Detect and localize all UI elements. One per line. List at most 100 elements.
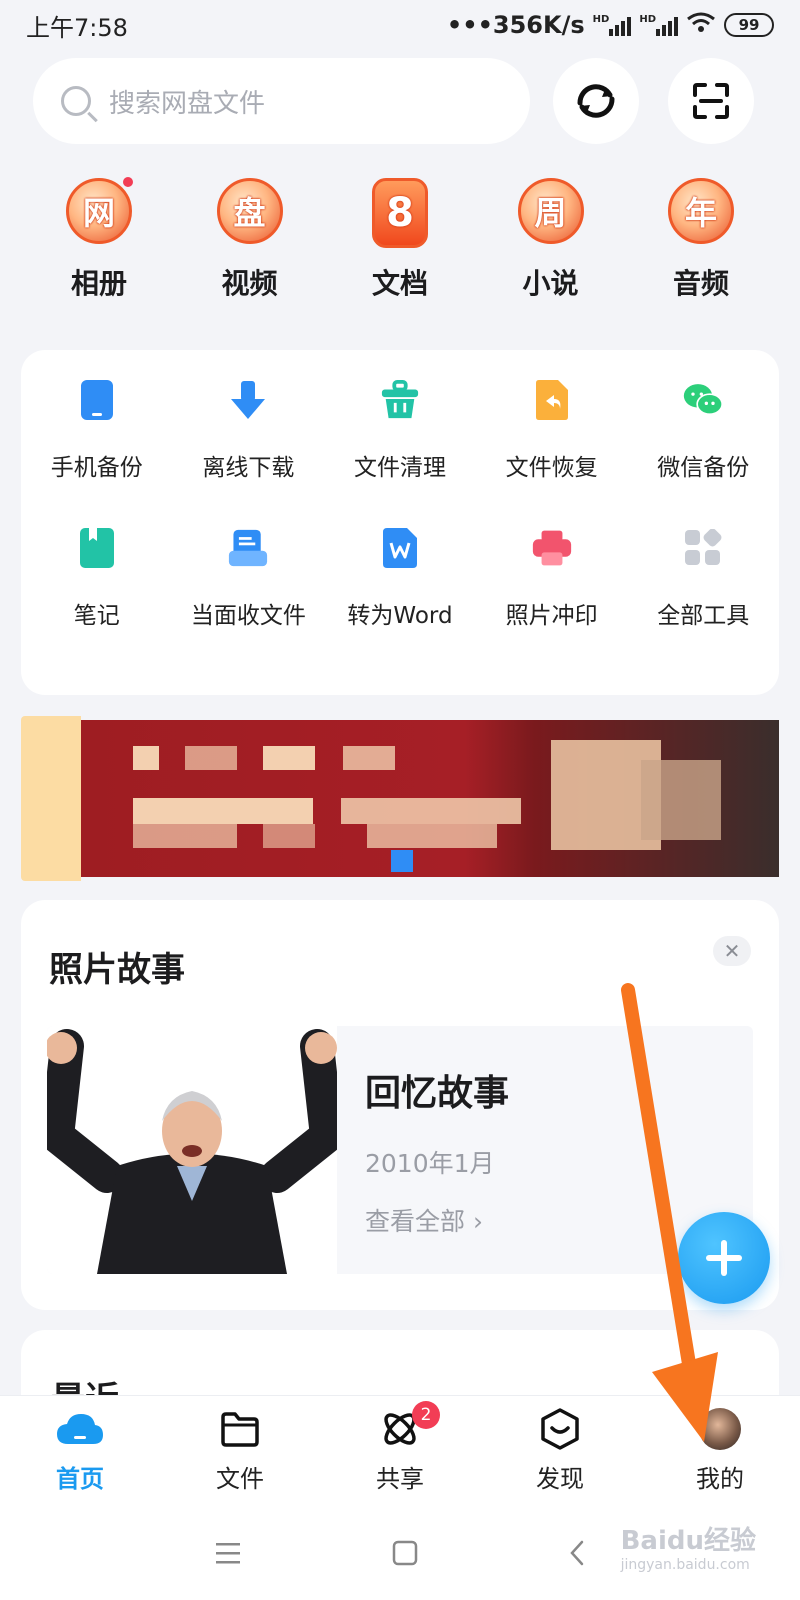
menu-icon[interactable] (214, 1541, 242, 1565)
tool-label: 离线下载 (202, 455, 295, 481)
tool-label: 转为Word (347, 602, 453, 629)
watermark-logo: Baidu经验 jingyan.baidu.com (621, 1528, 756, 1572)
banner-edge (21, 716, 81, 881)
tool-wechat-backup[interactable]: 微信备份 (627, 378, 779, 526)
category-audio[interactable]: 年 音频 (626, 178, 776, 302)
tool-label: 微信备份 (657, 455, 750, 481)
battery-icon: 99 (724, 13, 774, 37)
wechat-icon (683, 378, 724, 422)
tool-label: 照片冲印 (505, 602, 598, 629)
status-time: 上午7:58 (26, 13, 128, 42)
novel-badge-icon: 周 (517, 178, 584, 244)
category-label: 相册 (70, 267, 127, 300)
category-label: 视频 (221, 267, 278, 300)
tool-file-restore[interactable]: 文件恢复 (476, 378, 628, 526)
restore-icon (532, 378, 572, 422)
nav-label: 文件 (216, 1465, 264, 1493)
tool-phone-backup[interactable]: 手机备份 (21, 378, 173, 526)
nav-label: 首页 (56, 1465, 104, 1493)
cloud-home-icon (56, 1407, 104, 1451)
status-indicators: •••356K/s HD HD 99 (447, 11, 774, 39)
category-label: 小说 (522, 267, 579, 300)
category-row: 网 相册 盘 视频 8 文档 周 小说 年 音频 (24, 175, 776, 302)
scan-icon (693, 83, 729, 119)
album-badge-icon: 网 (66, 175, 135, 244)
category-novel[interactable]: 周 小说 (476, 178, 626, 302)
tool-convert-word[interactable]: 转为Word (324, 526, 476, 674)
scan-button[interactable] (668, 58, 754, 144)
new-dot (121, 175, 135, 189)
photo-story-card: 照片故事 ✕ 回忆故事 2010年1月 查看全部 › (21, 900, 779, 1310)
tool-label: 笔记 (73, 602, 120, 629)
nav-share[interactable]: 2 共享 (330, 1401, 470, 1494)
promo-banner[interactable] (21, 716, 779, 881)
tool-receive-file[interactable]: 当面收文件 (173, 526, 325, 674)
category-video[interactable]: 盘 视频 (175, 178, 325, 302)
tool-note[interactable]: 笔记 (21, 526, 173, 674)
view-all-link[interactable]: 查看全部 › (365, 1202, 509, 1238)
watermark-main: Baidu经验 (620, 1526, 756, 1556)
sync-icon (577, 84, 615, 118)
avatar (699, 1408, 741, 1450)
tools-card: 手机备份 离线下载 文件清理 文件恢复 微信备份 笔记 当面收文件 转为Word… (21, 350, 779, 695)
video-badge-icon: 盘 (216, 178, 283, 244)
phone-backup-icon (77, 378, 117, 422)
nav-mine[interactable]: 我的 (650, 1407, 790, 1494)
receive-file-icon (228, 526, 268, 570)
add-button[interactable] (678, 1212, 770, 1304)
download-icon (228, 378, 268, 422)
basket-icon (380, 378, 420, 422)
tool-label: 文件清理 (353, 455, 446, 481)
nav-files[interactable]: 文件 (170, 1407, 310, 1494)
sync-button[interactable] (553, 58, 639, 144)
tool-offline-download[interactable]: 离线下载 (173, 378, 325, 526)
tool-file-cleanup[interactable]: 文件清理 (324, 378, 476, 526)
memory-story-item[interactable]: 回忆故事 2010年1月 查看全部 › (47, 1026, 753, 1274)
back-chevron-icon[interactable] (568, 1540, 586, 1566)
all-tools-icon (683, 526, 723, 570)
wifi-icon (686, 11, 716, 39)
story-section-title: 照片故事 (49, 950, 185, 990)
tool-label: 手机备份 (50, 455, 143, 481)
share-count-badge: 2 (412, 1401, 440, 1429)
discover-icon (536, 1407, 584, 1451)
category-document[interactable]: 8 文档 (325, 178, 475, 302)
folder-icon (216, 1407, 264, 1451)
nav-label: 发现 (536, 1465, 584, 1493)
category-label: 文档 (371, 267, 428, 300)
print-icon (532, 526, 572, 570)
watermark-sub: jingyan.baidu.com (620, 1557, 750, 1573)
nav-home[interactable]: 首页 (10, 1407, 150, 1494)
nav-discover[interactable]: 发现 (490, 1407, 630, 1494)
tool-label: 当面收文件 (190, 602, 306, 629)
signal-icon: HD (593, 14, 632, 36)
story-date: 2010年1月 (365, 1149, 495, 1178)
audio-badge-icon: 年 (668, 178, 734, 244)
network-speed: •••356K/s (446, 11, 585, 39)
close-button[interactable]: ✕ (713, 936, 751, 966)
category-album[interactable]: 网 相册 (24, 175, 174, 302)
nav-label: 共享 (376, 1465, 424, 1493)
nav-label: 我的 (696, 1465, 744, 1493)
plus-icon (706, 1240, 742, 1276)
tool-photo-print[interactable]: 照片冲印 (476, 526, 628, 674)
category-label: 音频 (672, 267, 729, 300)
signal-icon-2: HD (639, 14, 678, 36)
home-square-icon[interactable] (392, 1540, 418, 1566)
close-icon: ✕ (723, 939, 741, 963)
story-heading: 回忆故事 (365, 1073, 510, 1114)
word-icon (380, 526, 420, 570)
note-icon (77, 526, 117, 570)
top-bar: 搜索网盘文件 (33, 58, 768, 144)
search-icon (61, 86, 91, 116)
status-bar: 上午7:58 •••356K/s HD HD 99 (0, 0, 800, 50)
banner-image (81, 720, 779, 877)
tool-label: 文件恢复 (505, 455, 598, 481)
story-text: 回忆故事 2010年1月 查看全部 › (365, 1064, 509, 1238)
search-input[interactable]: 搜索网盘文件 (33, 58, 530, 144)
tool-all-tools[interactable]: 全部工具 (627, 526, 779, 674)
story-photo (47, 1026, 345, 1274)
tool-label: 全部工具 (657, 602, 750, 629)
document-badge-icon: 8 (372, 178, 428, 248)
avatar-wrapper (696, 1407, 744, 1451)
